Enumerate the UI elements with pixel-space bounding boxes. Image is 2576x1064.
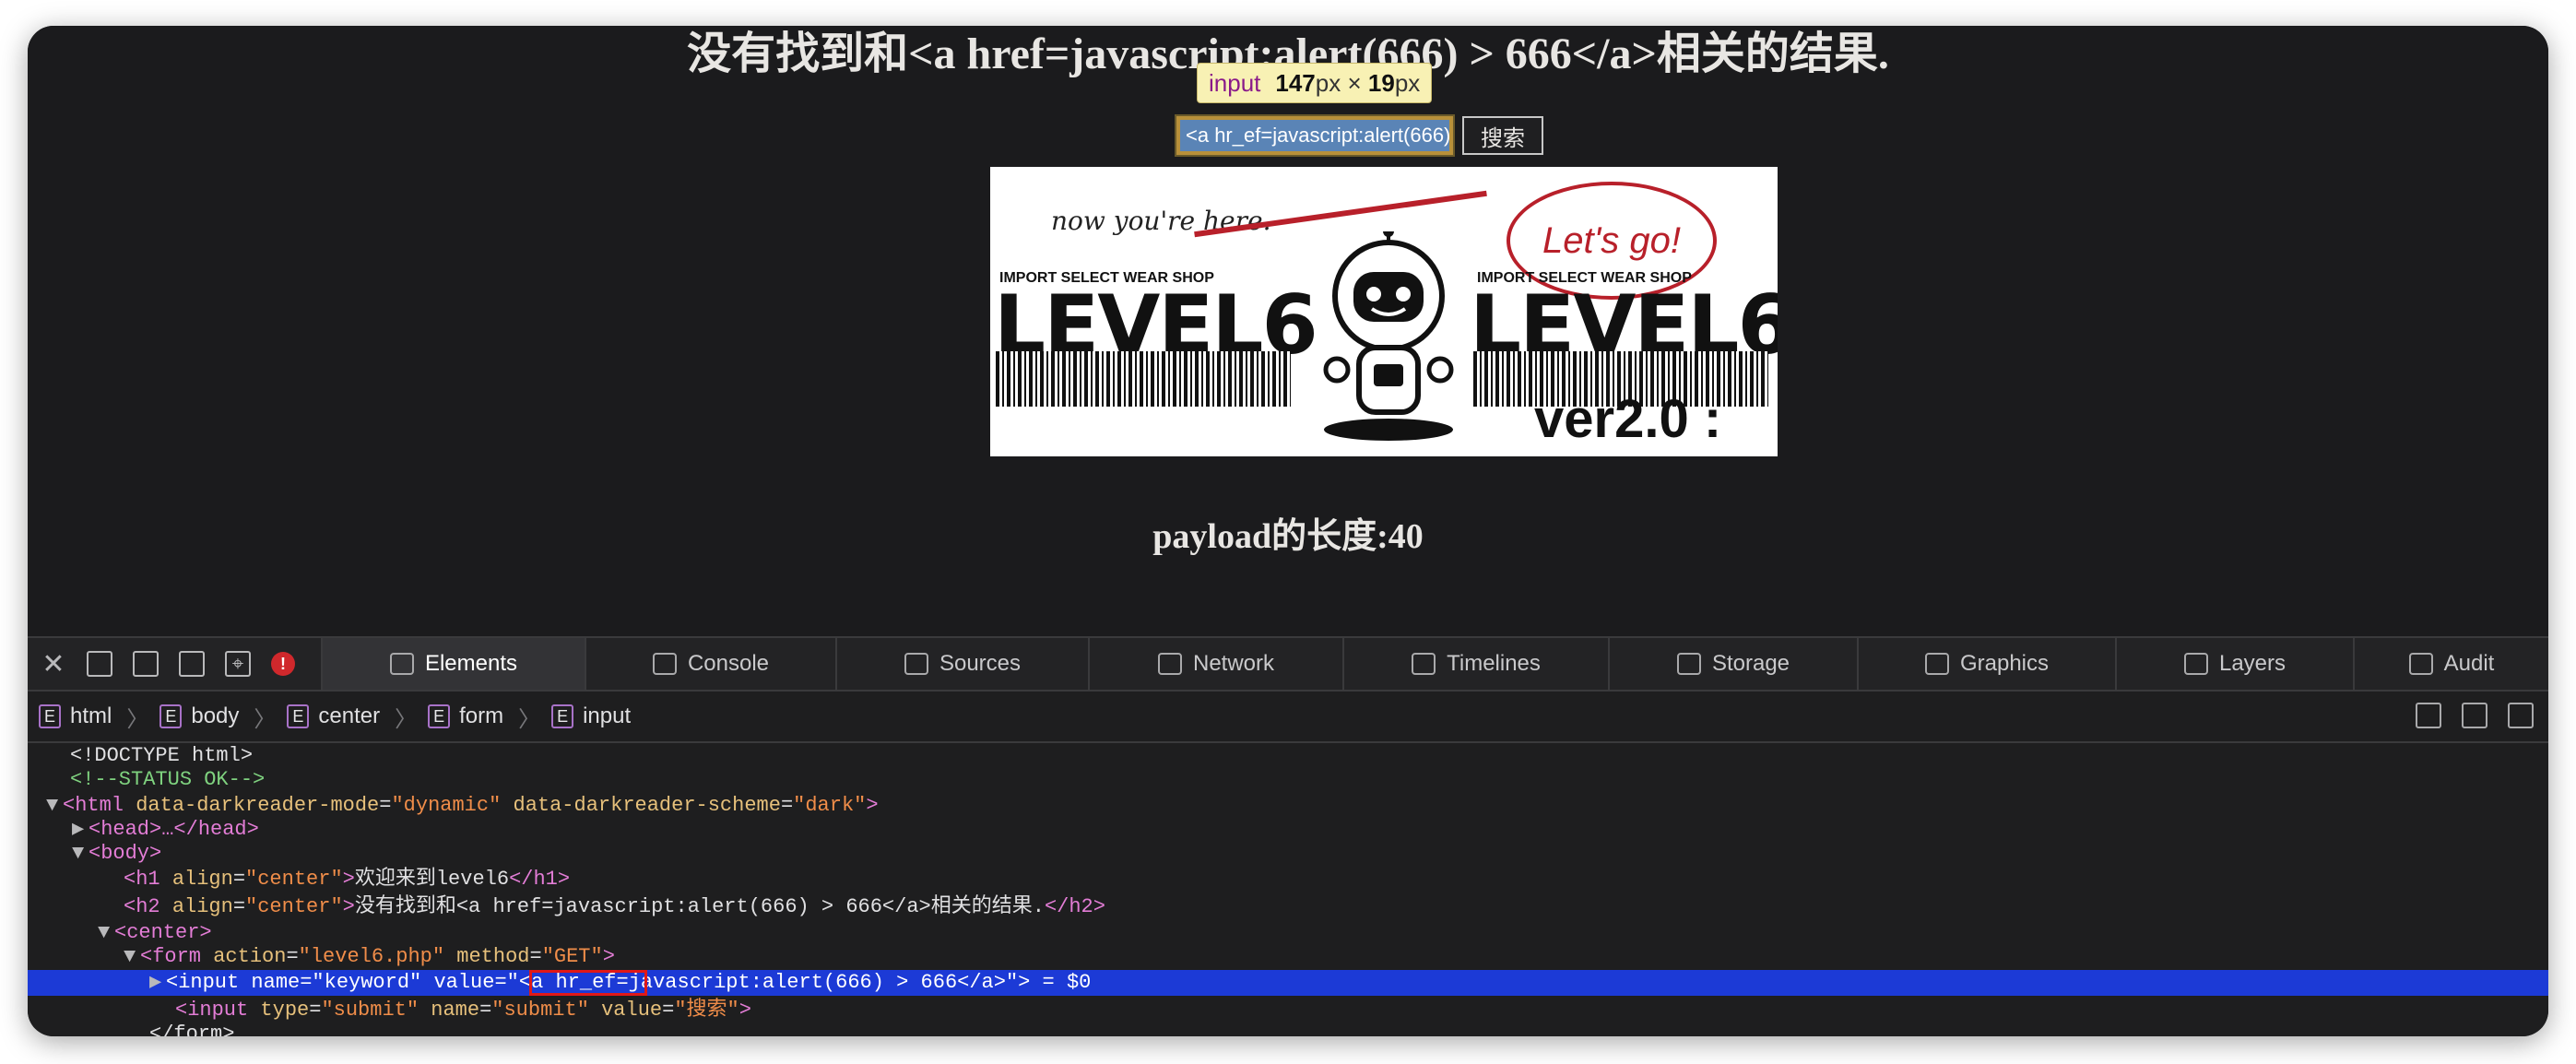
layers-icon xyxy=(2183,653,2208,675)
console-icon xyxy=(652,653,677,675)
tab-label: Audit xyxy=(2443,651,2495,676)
tab-graphics[interactable]: Graphics xyxy=(1859,638,2117,690)
element-badge-icon: E xyxy=(428,704,451,728)
browser-window: 没有找到和<a href=javascript:alert(666) > 666… xyxy=(28,26,2548,1036)
breadcrumb-label: html xyxy=(70,703,112,728)
tab-label: Sources xyxy=(939,651,1022,676)
disclosure-open-icon[interactable]: ▼ xyxy=(46,793,63,819)
tab-console[interactable]: Console xyxy=(586,638,837,690)
audit-icon xyxy=(2408,653,2433,675)
banner-barcode-left xyxy=(996,351,1291,407)
tab-storage[interactable]: Storage xyxy=(1610,638,1859,690)
print-icon[interactable] xyxy=(2462,703,2487,728)
timelines-icon xyxy=(1412,653,1436,675)
tab-timelines[interactable]: Timelines xyxy=(1344,638,1610,690)
dom-node-h1[interactable]: <h1 align="center">欢迎来到level6</h1> xyxy=(28,867,2548,893)
level6-banner-image: now you're here. Let's go! IMPORT SELECT… xyxy=(990,167,1778,456)
element-badge-icon: E xyxy=(160,704,183,728)
sidebar-toggle-icon[interactable] xyxy=(2508,703,2534,728)
sources-icon xyxy=(904,653,928,675)
disclosure-open-icon[interactable]: ▼ xyxy=(124,944,140,970)
disclosure-closed-icon[interactable]: ▶ xyxy=(149,970,166,996)
breadcrumb-tools xyxy=(2416,703,2534,728)
dom-node-center[interactable]: ▼ <center> xyxy=(28,920,2548,946)
breadcrumb-input[interactable]: Einput xyxy=(551,703,631,729)
elements-icon xyxy=(389,653,414,675)
chevron-right-icon: 〉 xyxy=(518,706,541,732)
breadcrumb: Ehtml 〉 Ebody 〉 Ecenter 〉 Eform 〉 Einput xyxy=(28,692,2548,743)
close-icon[interactable]: ✕ xyxy=(41,649,66,680)
tab-label: Console xyxy=(687,651,770,676)
dom-node-head[interactable]: ▶ <head>…</head> xyxy=(28,817,2548,843)
web-inspector: ✕ ⌖ ! Elements Console Sources Network T… xyxy=(28,636,2548,1036)
breadcrumb-body[interactable]: Ebody 〉 xyxy=(160,701,276,733)
element-badge-icon: E xyxy=(551,704,574,728)
tooltip-dimensions: 147px × 19px xyxy=(1275,68,1421,97)
breadcrumb-form[interactable]: Eform 〉 xyxy=(428,701,540,733)
dom-node-form[interactable]: ▼ <form action="level6.php" method="GET"> xyxy=(28,944,2548,970)
tooltip-tag: input xyxy=(1209,68,1261,97)
disclosure-open-icon[interactable]: ▼ xyxy=(98,920,114,946)
element-badge-icon: E xyxy=(287,704,310,728)
graphics-icon xyxy=(1924,653,1949,675)
dom-node-input-selected[interactable]: ▶ <input name="keyword" value="<a hr_ef=j… xyxy=(28,970,2548,996)
search-form: <a hr_ef=javascript:alert(666) > 666</a>… xyxy=(1175,114,1543,157)
layout-grid-icon[interactable] xyxy=(2416,703,2441,728)
disclosure-open-icon[interactable]: ▼ xyxy=(72,841,89,867)
tab-label: Network xyxy=(1192,651,1275,676)
storage-icon xyxy=(1676,653,1701,675)
dock-bottom-icon[interactable] xyxy=(87,651,112,677)
breadcrumb-label: center xyxy=(318,703,381,728)
dom-node-input-submit[interactable]: <input type="submit" name="submit" value… xyxy=(28,998,2548,1023)
tab-label: Graphics xyxy=(1959,651,2050,676)
breadcrumb-center[interactable]: Ecenter 〉 xyxy=(287,701,417,733)
dom-node-form-close[interactable]: </form> xyxy=(28,1022,2548,1036)
banner-version: ver2.0 : xyxy=(1534,389,1722,449)
dom-node-html[interactable]: ▼ <html data-darkreader-mode="dynamic" da… xyxy=(28,793,2548,819)
highlight-box xyxy=(529,970,647,996)
chevron-right-icon: 〉 xyxy=(254,706,277,732)
banner-robot-icon xyxy=(1323,231,1454,441)
tab-label: Storage xyxy=(1711,651,1790,676)
dom-tree: <!DOCTYPE html> <!--STATUS OK--> ▼ <html … xyxy=(28,743,2548,1036)
banner-now-here-text: now you're here. xyxy=(1051,206,1271,236)
inspector-tab-bar: ✕ ⌖ ! Elements Console Sources Network T… xyxy=(28,638,2548,692)
page-viewport: 没有找到和<a href=javascript:alert(666) > 666… xyxy=(28,26,2548,636)
dom-node-doctype[interactable]: <!DOCTYPE html> xyxy=(28,743,2548,769)
disclosure-closed-icon[interactable]: ▶ xyxy=(72,817,89,843)
element-badge-icon: E xyxy=(39,704,61,728)
chevron-right-icon: 〉 xyxy=(395,706,418,732)
network-icon xyxy=(1157,653,1182,675)
tab-audit[interactable]: Audit xyxy=(2355,638,2548,690)
breadcrumb-html[interactable]: Ehtml 〉 xyxy=(39,701,148,733)
breadcrumb-label: form xyxy=(459,703,504,728)
dom-node-h2[interactable]: <h2 align="center">没有找到和<a href=javascri… xyxy=(28,894,2548,920)
dom-node-comment[interactable]: <!--STATUS OK--> xyxy=(28,767,2548,793)
breadcrumb-label: input xyxy=(583,703,632,728)
element-picker-icon[interactable]: ⌖ xyxy=(225,651,251,677)
element-inspect-tooltip: input 147px × 19px xyxy=(1197,63,1433,103)
tab-network[interactable]: Network xyxy=(1090,638,1344,690)
dom-node-body[interactable]: ▼ <body> xyxy=(28,841,2548,867)
chevron-right-icon: 〉 xyxy=(126,706,149,732)
tab-elements[interactable]: Elements xyxy=(323,638,586,690)
tab-label: Layers xyxy=(2218,651,2286,676)
search-button[interactable]: 搜索 xyxy=(1462,116,1543,155)
tab-sources[interactable]: Sources xyxy=(837,638,1090,690)
payload-length: payload的长度:40 xyxy=(1152,517,1424,556)
breadcrumb-label: body xyxy=(191,703,240,728)
inspector-toolbar: ✕ ⌖ ! xyxy=(28,638,323,690)
dock-right-icon[interactable] xyxy=(133,651,159,677)
tab-label: Timelines xyxy=(1447,651,1541,676)
keyword-input[interactable]: <a hr_ef=javascript:alert(666) > 666</a> xyxy=(1175,114,1455,157)
error-badge-icon[interactable]: ! xyxy=(271,652,295,676)
detach-window-icon[interactable] xyxy=(179,651,205,677)
tab-layers[interactable]: Layers xyxy=(2117,638,2355,690)
tab-label: Elements xyxy=(424,651,518,676)
